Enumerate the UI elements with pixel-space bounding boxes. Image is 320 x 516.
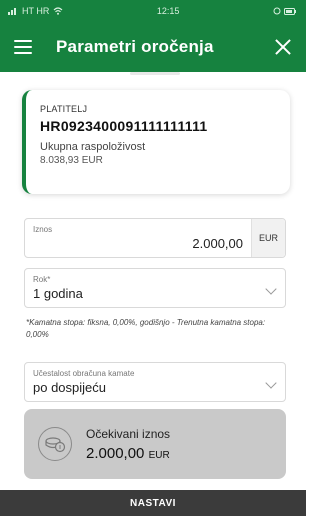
interest-frequency-value: po dospijeću [33,380,106,395]
amount-currency: EUR [251,219,285,257]
term-value: 1 godina [33,286,83,301]
main-content[interactable]: PLATITELJ HR0923400091111111111 Ukupna r… [0,72,306,490]
scroll-indicator [130,72,180,75]
continue-button[interactable]: NASTAVI [0,490,306,516]
payer-iban: HR0923400091111111111 [40,118,208,134]
expected-amount-currency: EUR [148,449,170,461]
status-left: HT HR [8,6,63,16]
amount-field[interactable]: Iznos 2.000,00 EUR [24,218,286,258]
expected-amount-panel: Očekivani iznos 2.000,00 EUR [24,409,286,479]
payer-label: PLATITELJ [40,104,88,114]
expected-amount-value: 2.000,00 [86,444,145,462]
interest-rate-note: *Kamatna stopa: fiksna, 0,00%, godišnjo … [26,318,266,339]
wifi-icon [53,7,63,15]
page-title: Parametri oročenja [56,37,214,56]
available-balance-value: 8.038,93 EUR [40,155,103,166]
battery-icon [284,7,296,15]
amount-label: Iznos [33,225,53,234]
expected-amount-texts: Očekivani iznos 2.000,00 EUR [86,427,170,462]
interest-frequency-label: Učestalost obračuna kamate [33,369,135,378]
clock: 12:15 [156,6,180,16]
status-bar: HT HR 12:15 [0,0,306,22]
term-label: Rok* [33,275,51,284]
interest-frequency-select[interactable]: Učestalost obračuna kamate po dospijeću [24,362,286,402]
available-balance-label: Ukupna raspoloživost [40,141,146,153]
app-header: Parametri oročenja [0,22,306,72]
app-screen: HT HR 12:15 Parametri oročenja PLATITELJ… [0,0,306,516]
amount-value: 2.000,00 [192,236,243,251]
hamburger-menu-icon[interactable] [14,40,32,54]
carrier-label: HT HR [22,6,50,16]
coins-icon [38,427,72,461]
payer-account-card[interactable]: PLATITELJ HR0923400091111111111 Ukupna r… [22,90,290,194]
status-right [273,7,296,15]
signal-icon [8,8,16,15]
close-icon[interactable] [274,38,292,56]
expected-amount-value-row: 2.000,00 EUR [86,445,170,462]
alarm-icon [273,7,281,15]
term-select[interactable]: Rok* 1 godina [24,268,286,308]
amount-input[interactable]: Iznos 2.000,00 [25,219,251,257]
expected-amount-label: Očekivani iznos [86,426,171,441]
